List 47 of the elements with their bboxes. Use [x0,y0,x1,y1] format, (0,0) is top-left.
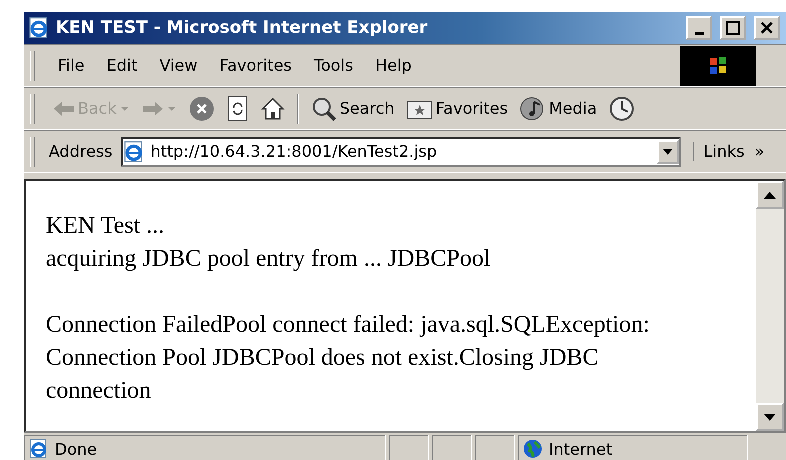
minimize-icon [694,32,704,34]
menu-item[interactable]: View [150,54,207,77]
page-icon [122,140,145,162]
menu-item[interactable]: Help [366,54,421,77]
links-button[interactable]: Links » [692,142,765,161]
favorites-button[interactable]: Favorites [402,96,512,122]
maximize-button[interactable] [720,16,746,40]
address-label: Address [49,142,113,161]
search-icon [310,96,337,122]
caret-icon [662,148,673,154]
menu-item[interactable]: Edit [98,54,147,77]
dropdown-button[interactable] [656,140,679,164]
status-panel [475,435,515,460]
status-text: Done [55,440,98,458]
stop-icon [188,96,215,122]
page-text: acquiring JDBC pool entry from ... JDBCPool [46,245,492,274]
address-field[interactable]: http://10.64.3.21:8001/KenTest2.jsp [120,136,681,166]
globe-icon [523,439,543,459]
media-icon [520,96,546,122]
scrollbar[interactable] [756,181,784,431]
window-title: KEN TEST - Microsoft Internet Explorer [56,18,429,38]
media-button[interactable]: Media [516,94,602,124]
refresh-icon [226,96,249,122]
zone-text: Internet [549,440,613,458]
history-icon [609,96,636,122]
home-icon [260,96,285,120]
caret-icon [120,106,130,112]
browser-icon [28,17,50,39]
forward-arrow-icon [142,100,164,116]
menu-item[interactable]: Tools [305,54,362,77]
page-text: KEN Test ... [46,212,166,241]
up-arrow-icon [764,192,776,198]
menu-item[interactable]: File [49,54,94,77]
minimize-button[interactable] [686,16,712,40]
close-icon [760,21,774,35]
back-arrow-icon [53,100,75,116]
status-panel [389,435,429,460]
caret-icon [166,106,177,112]
scroll-up-button[interactable] [756,181,784,209]
search-button[interactable]: Search [306,94,399,124]
close-button[interactable] [754,16,780,40]
status-panel [432,435,472,460]
page-text: Connection FailedPool connect failed: java.sql.SQLException: Connection Pool JDBCPool does not exist.Closing JDBC connection [46,311,651,406]
down-arrow-icon [764,414,776,420]
maximize-icon [726,21,740,35]
menu-item[interactable]: Favorites [210,54,302,77]
scroll-down-button[interactable] [756,403,784,431]
